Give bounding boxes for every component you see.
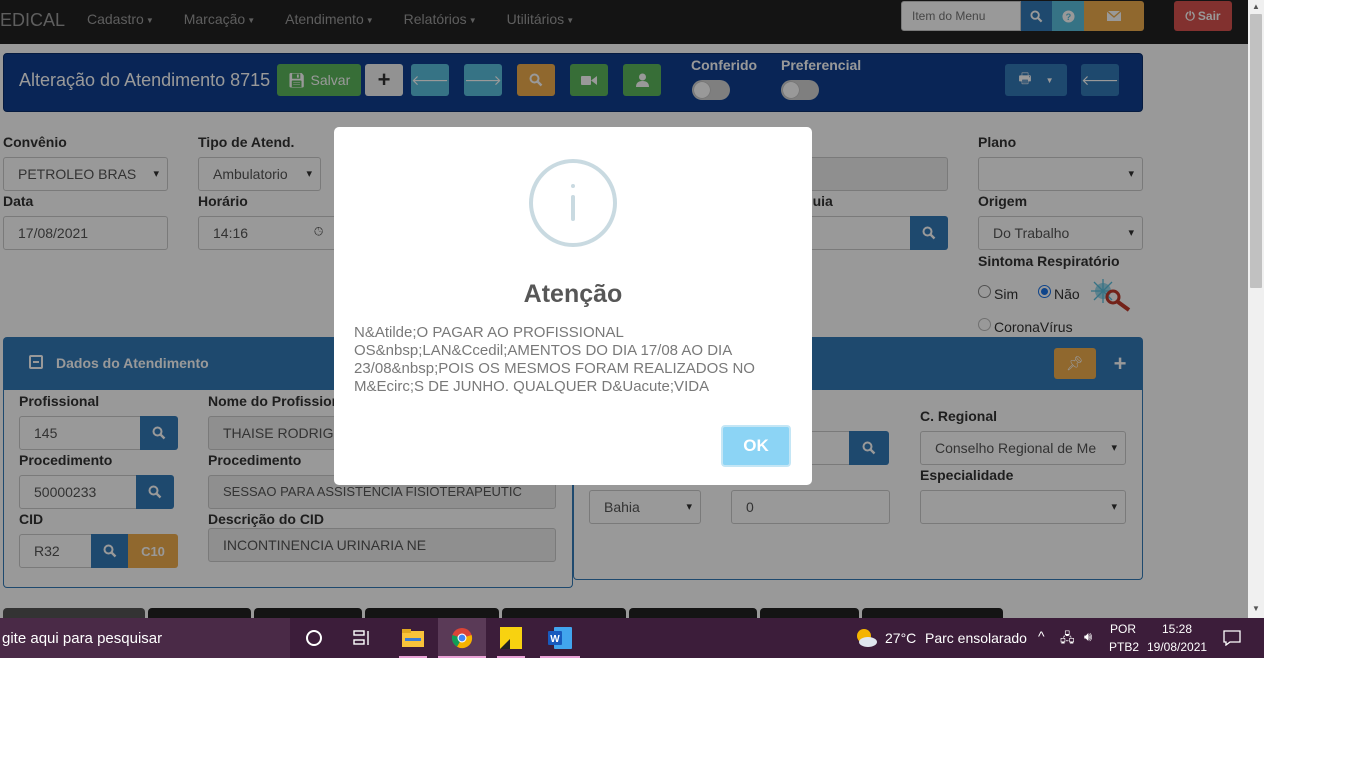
- info-icon: [529, 159, 617, 247]
- scroll-down-icon[interactable]: ▼: [1252, 604, 1260, 613]
- chrome-icon[interactable]: [438, 618, 486, 658]
- windows-taskbar: gite aqui para pesquisar W 27°C Parc ens…: [0, 618, 1264, 658]
- clock-date[interactable]: 19/08/2021: [1147, 640, 1207, 654]
- browser-viewport: EDICAL Cadastro ▼ Marcação ▼ Atendimento ▼ …: [0, 0, 1264, 658]
- svg-text:W: W: [550, 634, 560, 645]
- scrollbar-thumb[interactable]: [1250, 14, 1262, 288]
- weather-description[interactable]: Parc ensolarado: [925, 630, 1027, 646]
- scroll-up-icon[interactable]: ▲: [1252, 2, 1260, 11]
- sticky-notes-icon[interactable]: [487, 618, 535, 658]
- network-icon[interactable]: 🖧︎: [1060, 629, 1075, 651]
- word-icon[interactable]: W: [536, 618, 584, 658]
- alert-dialog: Atenção N&Atilde;O PAGAR AO PROFISSIONAL…: [334, 127, 812, 485]
- keyboard-layout[interactable]: PTB2: [1109, 640, 1139, 654]
- language-code[interactable]: POR: [1110, 622, 1136, 636]
- taskbar-search[interactable]: gite aqui para pesquisar: [0, 618, 290, 658]
- file-explorer-icon[interactable]: [389, 618, 437, 658]
- ok-button[interactable]: OK: [721, 425, 791, 467]
- volume-icon[interactable]: 🔊︎: [1084, 629, 1092, 645]
- clock-time[interactable]: 15:28: [1162, 622, 1192, 636]
- weather-temperature[interactable]: 27°C: [885, 630, 916, 646]
- cortana-icon[interactable]: [290, 618, 338, 658]
- weather-icon[interactable]: [855, 628, 877, 651]
- dialog-message: N&Atilde;O PAGAR AO PROFISSIONAL OS&nbsp…: [354, 324, 755, 395]
- notifications-icon[interactable]: [1208, 618, 1256, 658]
- chevron-up-icon[interactable]: ^: [1038, 628, 1045, 644]
- task-view-icon[interactable]: [338, 618, 386, 658]
- dialog-title: Atenção: [523, 280, 623, 308]
- page-scrollbar[interactable]: ▲ ▼: [1248, 0, 1264, 618]
